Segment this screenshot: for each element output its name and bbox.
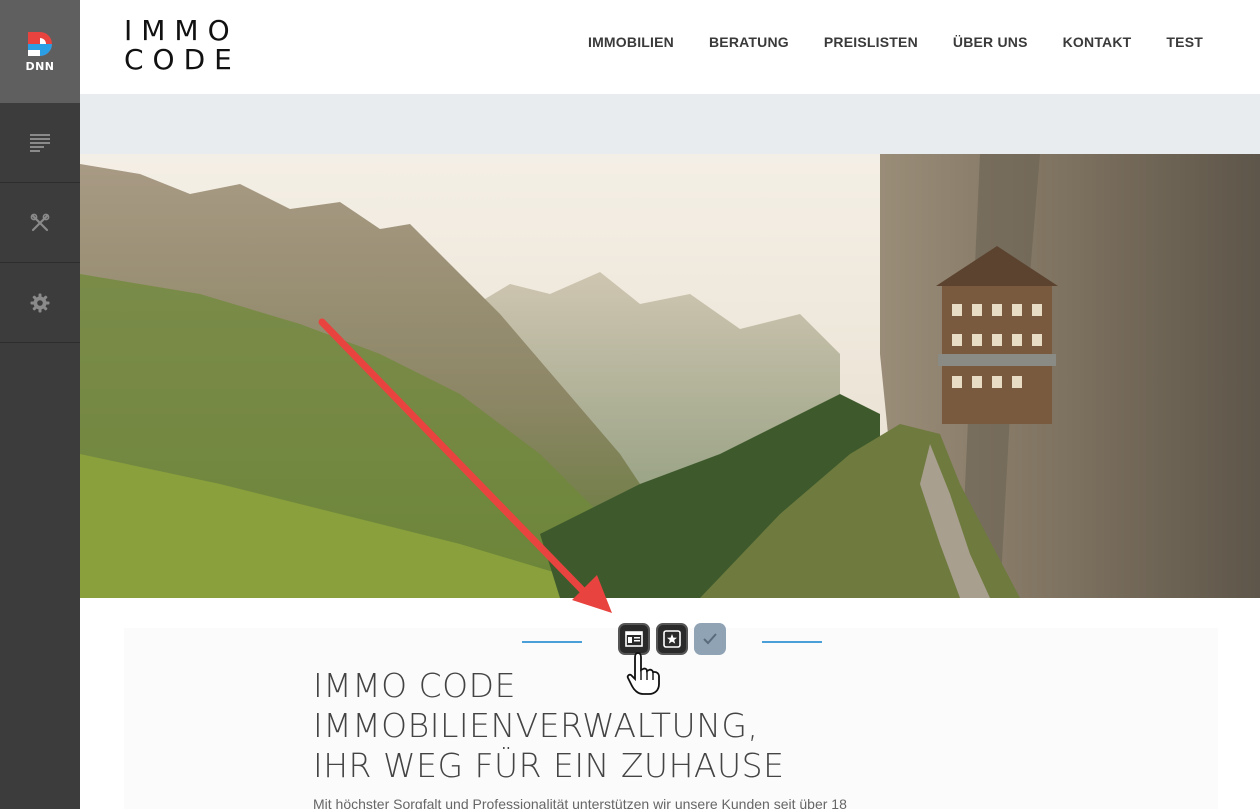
decorative-line-right	[762, 641, 822, 643]
header-spacer-band	[80, 94, 1260, 154]
persona-settings-button[interactable]	[0, 263, 80, 343]
dnn-logo-icon	[28, 32, 52, 56]
module-content-icon	[625, 631, 643, 647]
module-check-button[interactable]	[694, 623, 726, 655]
site-logo[interactable]: IMMO CODE	[124, 16, 241, 74]
hand-cursor-icon	[626, 652, 660, 695]
persona-content-button[interactable]	[0, 103, 80, 183]
checkmark-icon	[703, 633, 717, 645]
persona-tools-button[interactable]	[0, 183, 80, 263]
headline-line-3: IHR WEG FÜR EIN ZUHAUSE	[313, 746, 785, 785]
site-header: IMMO CODE IMMOBILIEN BERATUNG PREISLISTE…	[80, 0, 1260, 94]
main-nav: IMMOBILIEN BERATUNG PREISLISTEN ÜBER UNS…	[553, 34, 1203, 50]
nav-beratung[interactable]: BERATUNG	[709, 34, 789, 50]
nav-ueber-uns[interactable]: ÜBER UNS	[953, 34, 1028, 50]
tools-icon	[30, 213, 50, 231]
site-logo-line1: IMMO	[124, 14, 239, 47]
content-icon	[30, 133, 50, 152]
hero-image	[80, 154, 1260, 598]
dnn-logo[interactable]: DNN	[0, 0, 80, 103]
content-section: IMMO CODE IMMOBILIENVERWALTUNG, IHR WEG …	[80, 598, 1260, 809]
page-headline: IMMO CODE IMMOBILIENVERWALTUNG, IHR WEG …	[313, 666, 784, 786]
nav-preislisten[interactable]: PREISLISTEN	[824, 34, 918, 50]
lead-paragraph: Mit höchster Sorgfalt und Professionalit…	[313, 796, 847, 809]
decorative-line-left	[522, 641, 582, 643]
headline-line-1: IMMO CODE	[313, 666, 516, 705]
module-star-icon	[663, 630, 681, 648]
alpine-landscape-image	[80, 154, 1260, 598]
persona-bar: DNN	[0, 0, 80, 809]
nav-kontakt[interactable]: KONTAKT	[1063, 34, 1132, 50]
settings-gear-icon	[30, 293, 50, 312]
page-root: DNN IMMO CODE IMMOBILIEN BERATUNG PREISL…	[0, 0, 1260, 809]
dnn-logo-text: DNN	[25, 60, 55, 73]
nav-test[interactable]: TEST	[1166, 34, 1203, 50]
headline-line-2: IMMOBILIENVERWALTUNG,	[313, 706, 759, 745]
nav-immobilien[interactable]: IMMOBILIEN	[588, 34, 674, 50]
site-logo-line2: CODE	[124, 43, 241, 76]
